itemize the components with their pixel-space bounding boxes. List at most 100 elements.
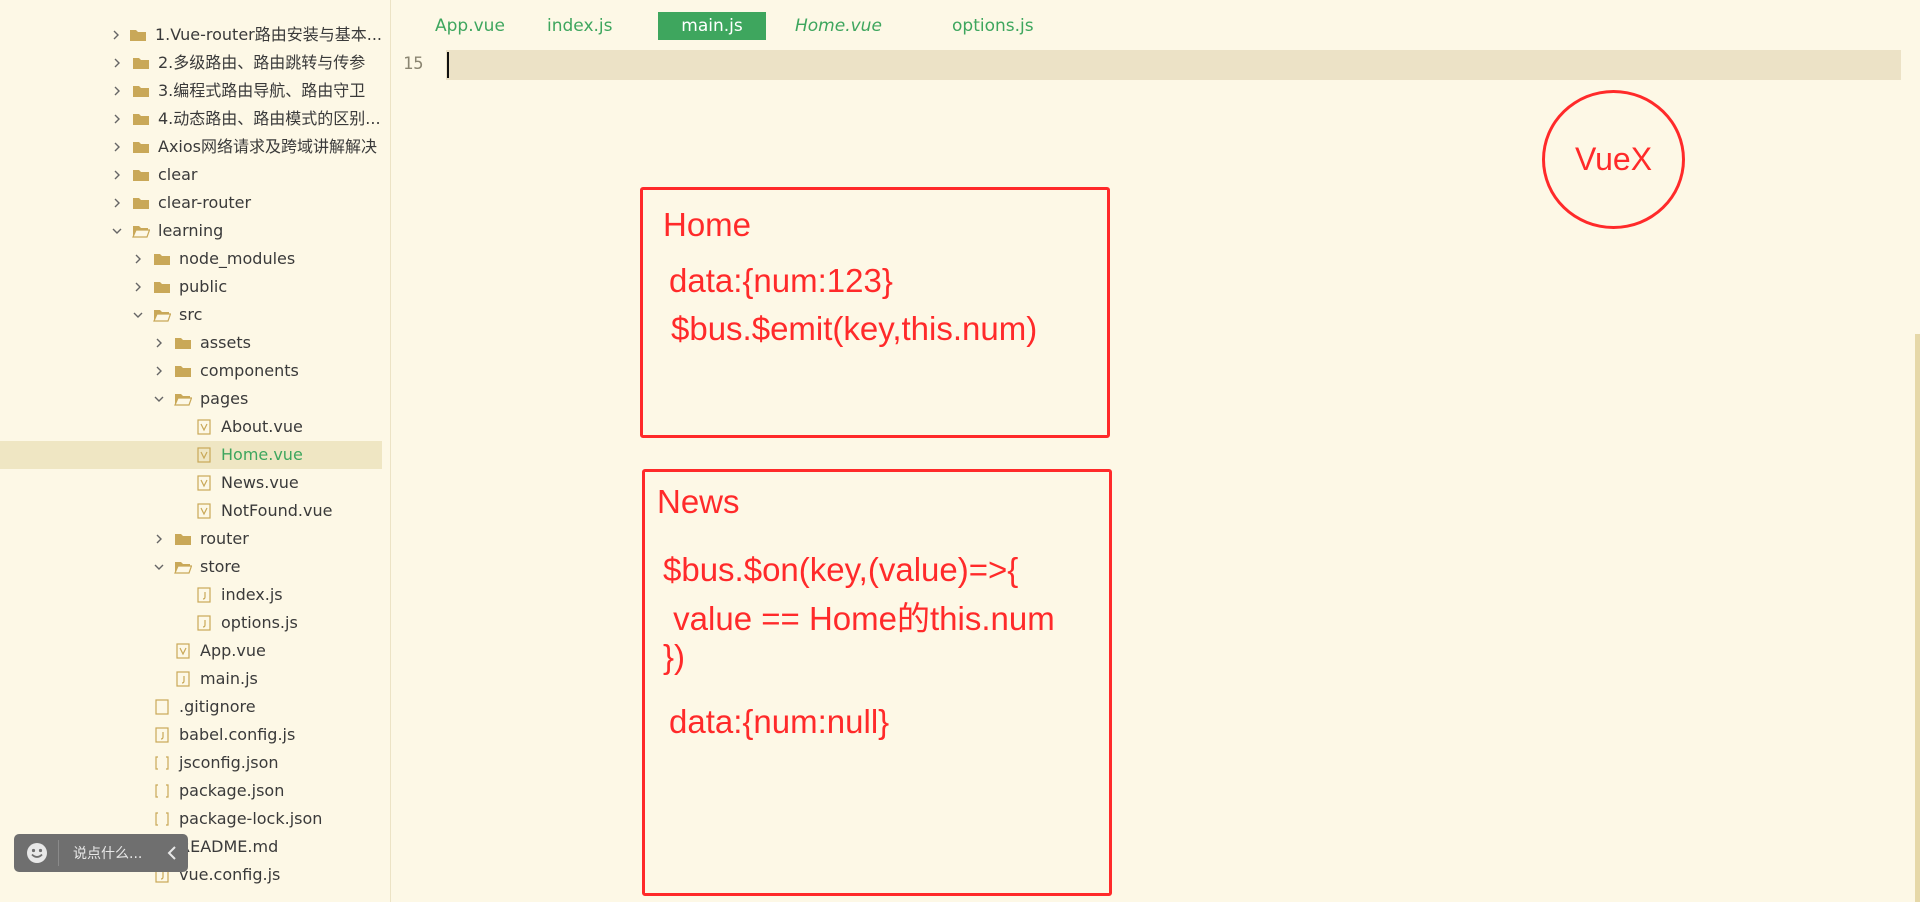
tree-item-jsconfig-json[interactable]: jsconfig.json xyxy=(0,749,382,777)
smiley-icon[interactable] xyxy=(26,842,48,864)
chat-input-pill[interactable]: 说点什么... xyxy=(14,834,188,872)
js-file-icon xyxy=(153,727,171,743)
tree-item-package-json[interactable]: package.json xyxy=(0,777,382,805)
tree-item-label: 4.动态路由、路由模式的区别... xyxy=(158,109,381,128)
tree-item-label: learning xyxy=(158,221,224,240)
tab-options-js[interactable]: options.js xyxy=(936,12,1050,40)
tree-item-home-vue[interactable]: Home.vue xyxy=(0,441,382,469)
tree-item-label: About.vue xyxy=(221,417,303,436)
news-close-line: }) xyxy=(663,638,686,675)
tree-item-1-vue-router路由安装与基本[interactable]: 1.Vue-router路由安装与基本... xyxy=(0,21,382,49)
folder-open-icon xyxy=(174,391,192,407)
text-cursor xyxy=(447,52,449,78)
tree-item-label: Home.vue xyxy=(221,445,303,464)
tree-item-label: router xyxy=(200,529,249,548)
tree-item-label: assets xyxy=(200,333,251,352)
tree-item-3-编程式路由导航-路由守卫[interactable]: 3.编程式路由导航、路由守卫 xyxy=(0,77,382,105)
chevron-right-icon[interactable] xyxy=(110,140,124,154)
vue-file-icon xyxy=(195,475,213,491)
tree-item-label: package.json xyxy=(179,781,285,800)
js-file-icon xyxy=(174,671,192,687)
chevron-right-icon[interactable] xyxy=(152,364,166,378)
chevron-right-icon[interactable] xyxy=(110,112,124,126)
tree-item-main-js[interactable]: main.js xyxy=(0,665,382,693)
editor-scrollbar[interactable] xyxy=(1915,334,1920,902)
tree-item-components[interactable]: components xyxy=(0,357,382,385)
tree-item-news-vue[interactable]: News.vue xyxy=(0,469,382,497)
file-icon xyxy=(153,699,171,715)
editor-pane: App.vue index.js main.js Home.vue option… xyxy=(391,0,1920,902)
chat-placeholder[interactable]: 说点什么... xyxy=(73,843,142,863)
tree-item-2-多级路由-路由跳转与传参[interactable]: 2.多级路由、路由跳转与传参 xyxy=(0,49,382,77)
tab-app-vue[interactable]: App.vue xyxy=(419,12,521,40)
tree-item-pages[interactable]: pages xyxy=(0,385,382,413)
tree-item-node-modules[interactable]: node_modules xyxy=(0,245,382,273)
chat-separator xyxy=(58,840,59,866)
folder-open-icon xyxy=(174,559,192,575)
chevron-right-icon[interactable] xyxy=(110,168,124,182)
tree-item-public[interactable]: public xyxy=(0,273,382,301)
tree-item-label: components xyxy=(200,361,299,380)
tree-item-label: clear xyxy=(158,165,198,184)
tree-item-label: 3.编程式路由导航、路由守卫 xyxy=(158,81,366,100)
tree-item-clear[interactable]: clear xyxy=(0,161,382,189)
chevron-right-icon[interactable] xyxy=(110,196,124,210)
tree-item-label: vue.config.js xyxy=(179,865,281,884)
tree-item-learning[interactable]: learning xyxy=(0,217,382,245)
tree-item-label: README.md xyxy=(179,837,279,856)
chevron-right-icon[interactable] xyxy=(152,336,166,350)
tree-item-label: options.js xyxy=(221,613,298,632)
chevron-down-icon[interactable] xyxy=(152,392,166,406)
tree-item-label: src xyxy=(179,305,203,324)
tree-item-about-vue[interactable]: About.vue xyxy=(0,413,382,441)
chevron-down-icon[interactable] xyxy=(131,308,145,322)
news-on-line: $bus.$on(key,(value)=>{ xyxy=(663,551,1019,588)
chevron-right-icon[interactable] xyxy=(152,532,166,546)
tree-item-label: index.js xyxy=(221,585,283,604)
chevron-down-icon[interactable] xyxy=(110,224,124,238)
tree-item-assets[interactable]: assets xyxy=(0,329,382,357)
tree-item-index-js[interactable]: index.js xyxy=(0,581,382,609)
current-line-highlight[interactable] xyxy=(446,50,1901,80)
chevron-left-icon[interactable] xyxy=(166,846,178,860)
folder-open-icon xyxy=(132,223,150,239)
chevron-right-icon[interactable] xyxy=(131,252,145,266)
json-file-icon xyxy=(153,755,171,771)
tab-home-vue[interactable]: Home.vue xyxy=(779,12,898,40)
tree-item-package-lock-json[interactable]: package-lock.json xyxy=(0,805,382,833)
folder-icon xyxy=(132,83,150,99)
tree-item-label: App.vue xyxy=(200,641,266,660)
folder-icon xyxy=(132,139,150,155)
tree-item-options-js[interactable]: options.js xyxy=(0,609,382,637)
chevron-right-icon[interactable] xyxy=(110,56,124,70)
line-number: 15 xyxy=(403,54,424,74)
tree-item-4-动态路由-路由模式的区别[interactable]: 4.动态路由、路由模式的区别... xyxy=(0,105,382,133)
news-title: News xyxy=(657,483,740,520)
tree-item-babel-config-js[interactable]: babel.config.js xyxy=(0,721,382,749)
tree-item-app-vue[interactable]: App.vue xyxy=(0,637,382,665)
chevron-right-icon[interactable] xyxy=(110,28,121,42)
tree-item-store[interactable]: store xyxy=(0,553,382,581)
tree-item-axios网络请求及跨域讲解解决[interactable]: Axios网络请求及跨域讲解解决 xyxy=(0,133,382,161)
tree-item-gitignore[interactable]: .gitignore xyxy=(0,693,382,721)
tab-index-js[interactable]: index.js xyxy=(531,12,629,40)
tree-item-src[interactable]: src xyxy=(0,301,382,329)
chevron-right-icon[interactable] xyxy=(110,84,124,98)
folder-icon xyxy=(174,363,192,379)
tree-item-clear-router[interactable]: clear-router xyxy=(0,189,382,217)
tree-item-router[interactable]: router xyxy=(0,525,382,553)
folder-icon xyxy=(153,251,171,267)
tab-main-js[interactable]: main.js xyxy=(658,12,766,40)
tree-item-label: public xyxy=(179,277,228,296)
tree-item-label: News.vue xyxy=(221,473,299,492)
chevron-right-icon[interactable] xyxy=(131,280,145,294)
chevron-down-icon[interactable] xyxy=(152,560,166,574)
tree-item-label: 2.多级路由、路由跳转与传参 xyxy=(158,53,366,72)
tree-item-label: jsconfig.json xyxy=(179,753,279,772)
json-file-icon xyxy=(153,783,171,799)
tree-item-notfound-vue[interactable]: NotFound.vue xyxy=(0,497,382,525)
vuex-label: VueX xyxy=(1574,141,1653,177)
json-file-icon xyxy=(153,811,171,827)
tree-item-label: 1.Vue-router路由安装与基本... xyxy=(155,25,382,44)
folder-icon xyxy=(153,279,171,295)
